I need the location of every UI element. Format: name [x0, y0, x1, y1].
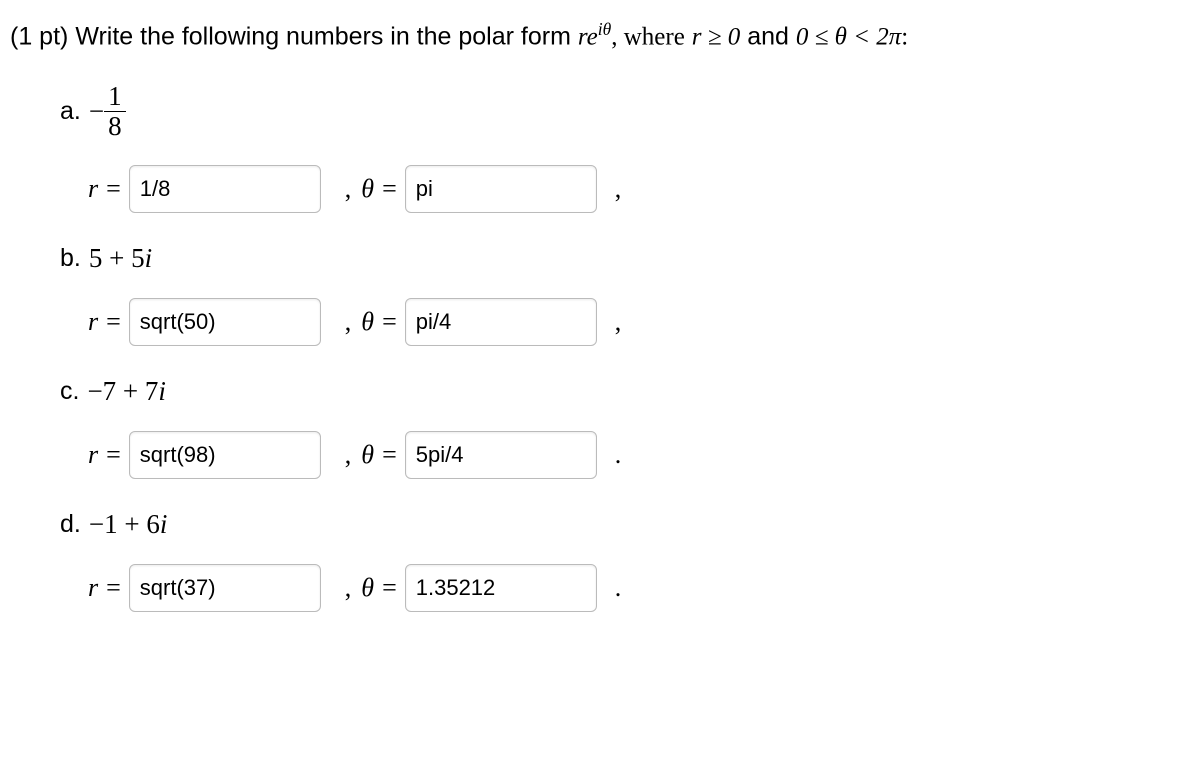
sep-comma: , — [345, 174, 352, 204]
subpart-c: c. −7 + 7i r = , θ = . — [60, 376, 1168, 479]
answer-row-d: r = , θ = . — [88, 564, 1168, 612]
sep-comma: , — [345, 307, 352, 337]
theta-label: θ — [361, 174, 374, 204]
fraction: 1 8 — [104, 82, 126, 141]
expr-prefix: − — [89, 96, 104, 127]
eq-sign: = — [382, 440, 397, 470]
trail-b: , — [615, 307, 622, 337]
r-label: r — [88, 307, 98, 337]
eq-sign: = — [382, 307, 397, 337]
theta-label: θ — [361, 307, 374, 337]
theta-label: θ — [361, 573, 374, 603]
theta-input-b[interactable] — [405, 298, 597, 346]
theta-input-a[interactable] — [405, 165, 597, 213]
sep-comma: , — [345, 440, 352, 470]
answer-row-a: r = , θ = , — [88, 165, 1168, 213]
subpart-a: a. − 1 8 r = , θ = , — [60, 82, 1168, 213]
answer-row-b: r = , θ = , — [88, 298, 1168, 346]
r-label: r — [88, 174, 98, 204]
r-label: r — [88, 440, 98, 470]
cond-and: and — [747, 22, 789, 50]
subpart-d: d. −1 + 6i r = , θ = . — [60, 509, 1168, 612]
eq-sign: = — [382, 573, 397, 603]
expr-b: 5 + 5i — [89, 243, 152, 274]
subpart-letter: d. — [60, 510, 81, 539]
r-label: r — [88, 573, 98, 603]
answer-row-c: r = , θ = . — [88, 431, 1168, 479]
eq-sign: = — [106, 440, 121, 470]
fraction-num: 1 — [104, 82, 126, 112]
subpart-a-label: a. − 1 8 — [60, 82, 1168, 141]
trail-c: . — [615, 440, 622, 470]
fraction-den: 8 — [104, 112, 126, 141]
points-label: (1 pt) — [10, 22, 68, 50]
prompt-text-2: , where — [611, 23, 685, 50]
theta-input-d[interactable] — [405, 564, 597, 612]
sep-comma: , — [345, 573, 352, 603]
theta-label: θ — [361, 440, 374, 470]
prompt-colon: : — [901, 23, 908, 50]
theta-input-c[interactable] — [405, 431, 597, 479]
r-input-c[interactable] — [129, 431, 321, 479]
polar-form-r: r — [578, 23, 587, 50]
subpart-letter: c. — [60, 377, 79, 406]
polar-form-e: e — [587, 23, 598, 50]
r-input-a[interactable] — [129, 165, 321, 213]
question-page: (1 pt) Write the following numbers in th… — [0, 0, 1178, 652]
eq-sign: = — [106, 573, 121, 603]
trail-d: . — [615, 573, 622, 603]
subpart-d-label: d. −1 + 6i — [60, 509, 1168, 540]
expr-c: −7 + 7i — [87, 376, 165, 407]
polar-form-exp: iθ — [598, 19, 611, 39]
eq-sign: = — [106, 174, 121, 204]
r-input-d[interactable] — [129, 564, 321, 612]
eq-sign: = — [382, 174, 397, 204]
subpart-b: b. 5 + 5i r = , θ = , — [60, 243, 1168, 346]
subpart-b-label: b. 5 + 5i — [60, 243, 1168, 274]
r-input-b[interactable] — [129, 298, 321, 346]
prompt-text-1: Write the following numbers in the polar… — [75, 22, 571, 50]
cond-theta: 0 ≤ θ < 2π — [796, 23, 901, 50]
trail-a: , — [615, 174, 622, 204]
expr-d: −1 + 6i — [89, 509, 167, 540]
cond-r: r ≥ 0 — [692, 23, 740, 50]
subpart-letter: b. — [60, 244, 81, 273]
subparts: a. − 1 8 r = , θ = , b. 5 + — [60, 82, 1168, 612]
subpart-letter: a. — [60, 97, 81, 126]
question-prompt: (1 pt) Write the following numbers in th… — [10, 18, 1168, 54]
subpart-c-label: c. −7 + 7i — [60, 376, 1168, 407]
eq-sign: = — [106, 307, 121, 337]
